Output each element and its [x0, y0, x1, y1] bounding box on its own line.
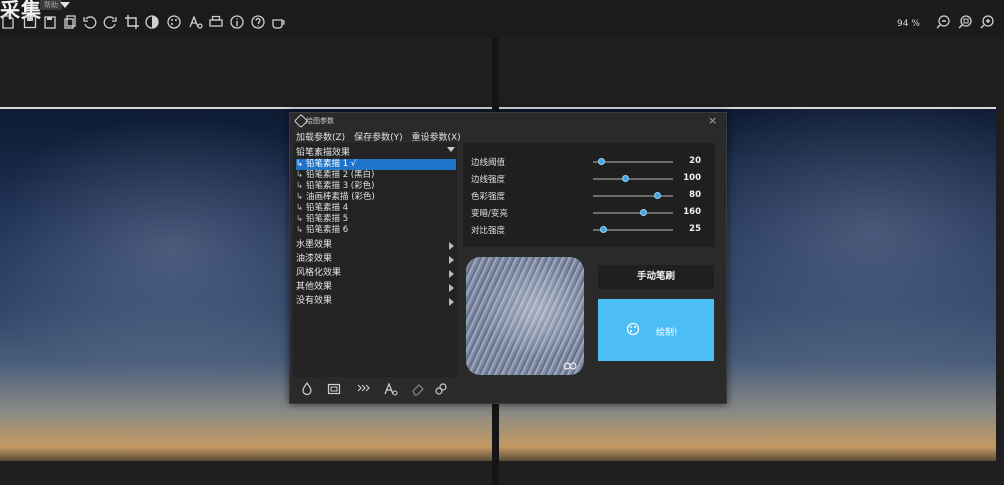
zoom-level: 94 %: [897, 19, 920, 29]
param-row: 边线阈值 20: [463, 153, 715, 169]
category-pencil-sketch[interactable]: 铅笔素描效果: [296, 145, 350, 158]
slider-knob[interactable]: [599, 226, 607, 233]
param-row: 边线强度 100: [463, 170, 715, 186]
draw-button-label: 绘制!: [656, 328, 678, 338]
param-row: 对比强度 25: [463, 221, 715, 237]
param-slider[interactable]: [593, 226, 673, 233]
param-slider[interactable]: [593, 175, 673, 182]
param-row: 色彩强度 80: [463, 187, 715, 203]
chevron-right-icon: [449, 270, 454, 278]
palette-icon[interactable]: [166, 14, 182, 30]
help-menu[interactable]: 帮助: [40, 0, 62, 10]
chevron-down-icon[interactable]: [447, 147, 455, 152]
param-value: 160: [683, 207, 701, 217]
branch-icon: ↳: [296, 203, 304, 213]
left-pane-header: [0, 38, 492, 104]
param-slider[interactable]: [593, 192, 673, 199]
load-params-menu[interactable]: 加载参数(Z): [296, 133, 345, 143]
copy-icon[interactable]: [62, 14, 78, 30]
help-icon[interactable]: [250, 14, 266, 30]
param-value: 20: [689, 156, 701, 166]
param-row: 变暗/变亮 160: [463, 204, 715, 220]
close-icon[interactable]: ×: [708, 114, 717, 127]
effect-item[interactable]: ↳ 铅笔素描 5: [296, 214, 456, 225]
param-label: 边线阈值: [471, 158, 506, 168]
save-as-icon[interactable]: [42, 14, 58, 30]
crop-icon[interactable]: [124, 14, 140, 30]
manual-brush-button[interactable]: 手动笔刷: [598, 265, 714, 289]
param-value: 25: [689, 224, 701, 234]
effects-tree: 铅笔素描效果 ↳ 铅笔素描 1 √ ↳ 铅笔素描 2 (黑白) ↳ 铅笔素描 3 (彩…: [293, 143, 457, 377]
parameter-panel: 边线阈值 20 边线强度 100 色彩强度 80 变暗/变亮 160 对比强度 …: [463, 143, 715, 247]
param-slider[interactable]: [593, 209, 673, 216]
right-pane-header: [499, 38, 1004, 104]
rotate-right-icon[interactable]: [102, 14, 118, 30]
link-icon[interactable]: [434, 382, 448, 396]
effect-item[interactable]: ↳ 铅笔素描 2 (黑白): [296, 170, 456, 181]
branch-icon: ↳: [296, 225, 304, 235]
category-stylize[interactable]: 风格化效果: [296, 267, 456, 280]
palette-icon: [626, 322, 640, 336]
left-pane-footer: [0, 461, 492, 485]
effect-item[interactable]: ↳ 铅笔素描 1 √: [296, 159, 456, 170]
param-label: 色彩强度: [471, 192, 506, 202]
branch-icon: ↳: [296, 181, 304, 191]
frame-icon[interactable]: [327, 382, 341, 396]
chevron-right-icon: [449, 298, 454, 306]
chevron-right-icon: [449, 242, 454, 250]
right-pane-footer: [499, 461, 1004, 485]
zoom-fit-icon[interactable]: [957, 14, 973, 30]
slider-knob[interactable]: [654, 192, 661, 199]
slider-knob[interactable]: [640, 209, 648, 216]
branch-icon: ↳: [296, 170, 304, 180]
effect-item[interactable]: ↳ 铅笔素描 3 (彩色): [296, 181, 456, 192]
category-other[interactable]: 其他效果: [296, 281, 456, 294]
print-icon[interactable]: [208, 14, 224, 30]
effect-item[interactable]: ↳ 铅笔素描 6: [296, 225, 456, 236]
slider-knob[interactable]: [622, 175, 629, 182]
contrast-icon[interactable]: [144, 14, 160, 30]
chevron-right-icon: [449, 256, 454, 264]
text-style-icon[interactable]: [384, 382, 398, 396]
texture-icon[interactable]: [356, 382, 370, 396]
branch-icon: ↳: [296, 214, 304, 224]
drawing-params-dialog: 绘图参数 × 加载参数(Z) 保存参数(Y) 重设参数(X) 铅笔素描效果 ↳ 铅…: [289, 112, 727, 404]
draw-button[interactable]: 绘制!: [598, 299, 714, 361]
effect-preview[interactable]: [466, 257, 584, 375]
param-value: 80: [689, 190, 701, 200]
slider-knob[interactable]: [598, 158, 605, 165]
category-ink[interactable]: 水墨效果: [296, 239, 456, 252]
param-slider[interactable]: [593, 158, 673, 165]
new-icon[interactable]: [0, 14, 16, 30]
chevron-right-icon: [449, 284, 454, 292]
branch-icon: ↳: [296, 192, 304, 202]
text-style-icon[interactable]: [188, 14, 204, 30]
top-toolbar: 采集 帮助 94 %: [0, 0, 1004, 38]
reset-params-menu[interactable]: 重设参数(X): [411, 133, 460, 143]
category-none[interactable]: 没有效果: [296, 295, 456, 308]
eraser-icon[interactable]: [411, 382, 425, 396]
category-paint[interactable]: 油漆效果: [296, 253, 456, 266]
zoom-in-icon[interactable]: [979, 14, 995, 30]
drop-icon[interactable]: [300, 382, 314, 396]
param-label: 变暗/变亮: [471, 209, 508, 219]
branch-icon: ↳: [296, 159, 304, 169]
dialog-title: 绘图参数: [306, 117, 334, 125]
save-icon[interactable]: [22, 14, 38, 30]
preview-zoom-icon[interactable]: [563, 361, 577, 371]
coffee-icon[interactable]: [271, 14, 287, 30]
dialog-menu: 加载参数(Z) 保存参数(Y) 重设参数(X): [296, 130, 467, 143]
param-value: 100: [683, 173, 701, 183]
effect-tools: [290, 379, 460, 399]
info-icon[interactable]: [229, 14, 245, 30]
save-params-menu[interactable]: 保存参数(Y): [354, 133, 403, 143]
dialog-titlebar[interactable]: 绘图参数 ×: [290, 113, 726, 129]
effect-item[interactable]: ↳ 油画棒素描 (彩色): [296, 192, 456, 203]
menu-dropdown-icon[interactable]: [60, 2, 70, 8]
param-label: 对比强度: [471, 226, 506, 236]
zoom-out-icon[interactable]: [935, 14, 951, 30]
param-label: 边线强度: [471, 175, 506, 185]
rotate-left-icon[interactable]: [82, 14, 98, 30]
effect-item[interactable]: ↳ 铅笔素描 4: [296, 203, 456, 214]
